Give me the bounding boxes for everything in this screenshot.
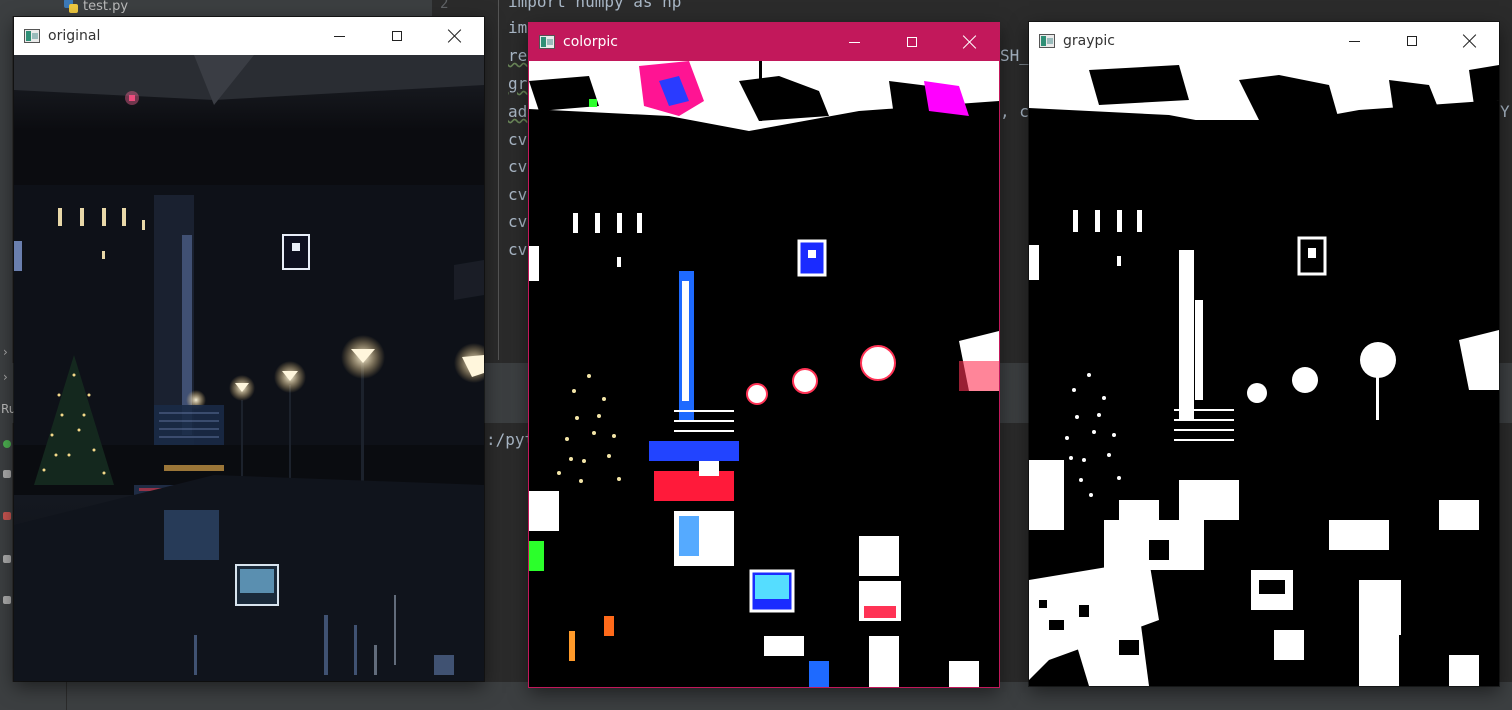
code-line: cv bbox=[508, 130, 528, 149]
close-icon bbox=[448, 29, 462, 43]
code-line: import numpy as np bbox=[508, 0, 682, 11]
window-original[interactable]: original bbox=[14, 17, 484, 681]
line-number: 2 bbox=[440, 0, 449, 12]
run-icon[interactable] bbox=[3, 440, 11, 448]
code-line: cv bbox=[508, 240, 528, 259]
code-line: re bbox=[508, 46, 528, 65]
maximize-button[interactable] bbox=[368, 17, 426, 55]
window-title: original bbox=[48, 28, 101, 44]
code-line: im bbox=[508, 18, 528, 37]
stop-icon[interactable] bbox=[3, 512, 11, 520]
graypic-image bbox=[1029, 60, 1499, 686]
maximize-button[interactable] bbox=[883, 23, 941, 61]
close-button[interactable] bbox=[1441, 22, 1499, 60]
layout-icon[interactable] bbox=[3, 555, 11, 563]
minimize-button[interactable] bbox=[825, 23, 883, 61]
code-fragment: SH_ bbox=[1000, 46, 1029, 65]
maximize-icon bbox=[1407, 36, 1417, 46]
app-icon bbox=[539, 35, 555, 49]
window-graypic[interactable]: graypic bbox=[1029, 22, 1499, 686]
code-fragment: Y bbox=[1500, 102, 1510, 121]
original-image bbox=[14, 55, 484, 681]
app-icon bbox=[1039, 34, 1055, 48]
code-line: cv bbox=[508, 157, 528, 176]
minimize-button[interactable] bbox=[310, 17, 368, 55]
app-icon bbox=[24, 29, 40, 43]
python-file-icon bbox=[64, 0, 78, 13]
minimize-button[interactable] bbox=[1325, 22, 1383, 60]
colorpic-image bbox=[529, 61, 999, 687]
wrench-icon[interactable] bbox=[3, 470, 11, 478]
close-icon bbox=[1463, 34, 1477, 48]
close-icon bbox=[963, 35, 977, 49]
window-title: graypic bbox=[1063, 33, 1115, 49]
code-line: gr bbox=[508, 74, 528, 93]
editor-gutter-divider bbox=[498, 0, 499, 360]
close-button[interactable] bbox=[426, 17, 484, 55]
minimize-icon bbox=[333, 35, 345, 37]
project-file-item[interactable]: test.py bbox=[64, 0, 128, 15]
maximize-icon bbox=[907, 37, 917, 47]
minimize-icon bbox=[1348, 40, 1360, 42]
run-console-output: :/pyt bbox=[486, 430, 535, 449]
code-line: cv bbox=[508, 185, 528, 204]
maximize-button[interactable] bbox=[1383, 22, 1441, 60]
code-fragment: , c bbox=[1000, 102, 1029, 121]
window-title: colorpic bbox=[563, 34, 618, 50]
window-titlebar[interactable]: colorpic bbox=[529, 23, 999, 61]
chevron-right-icon[interactable]: › bbox=[3, 370, 8, 384]
window-colorpic[interactable]: colorpic bbox=[529, 23, 999, 687]
minimize-icon bbox=[848, 41, 860, 43]
window-titlebar[interactable]: original bbox=[14, 17, 484, 55]
maximize-icon bbox=[392, 31, 402, 41]
close-button[interactable] bbox=[941, 23, 999, 61]
pin-icon[interactable] bbox=[3, 596, 11, 604]
code-line: cv bbox=[508, 212, 528, 231]
project-tree-strip: test.py bbox=[12, 0, 432, 16]
window-titlebar[interactable]: graypic bbox=[1029, 22, 1499, 60]
code-line: ad bbox=[508, 102, 528, 121]
project-file-label: test.py bbox=[83, 0, 129, 14]
chevron-right-icon[interactable]: › bbox=[3, 345, 8, 359]
